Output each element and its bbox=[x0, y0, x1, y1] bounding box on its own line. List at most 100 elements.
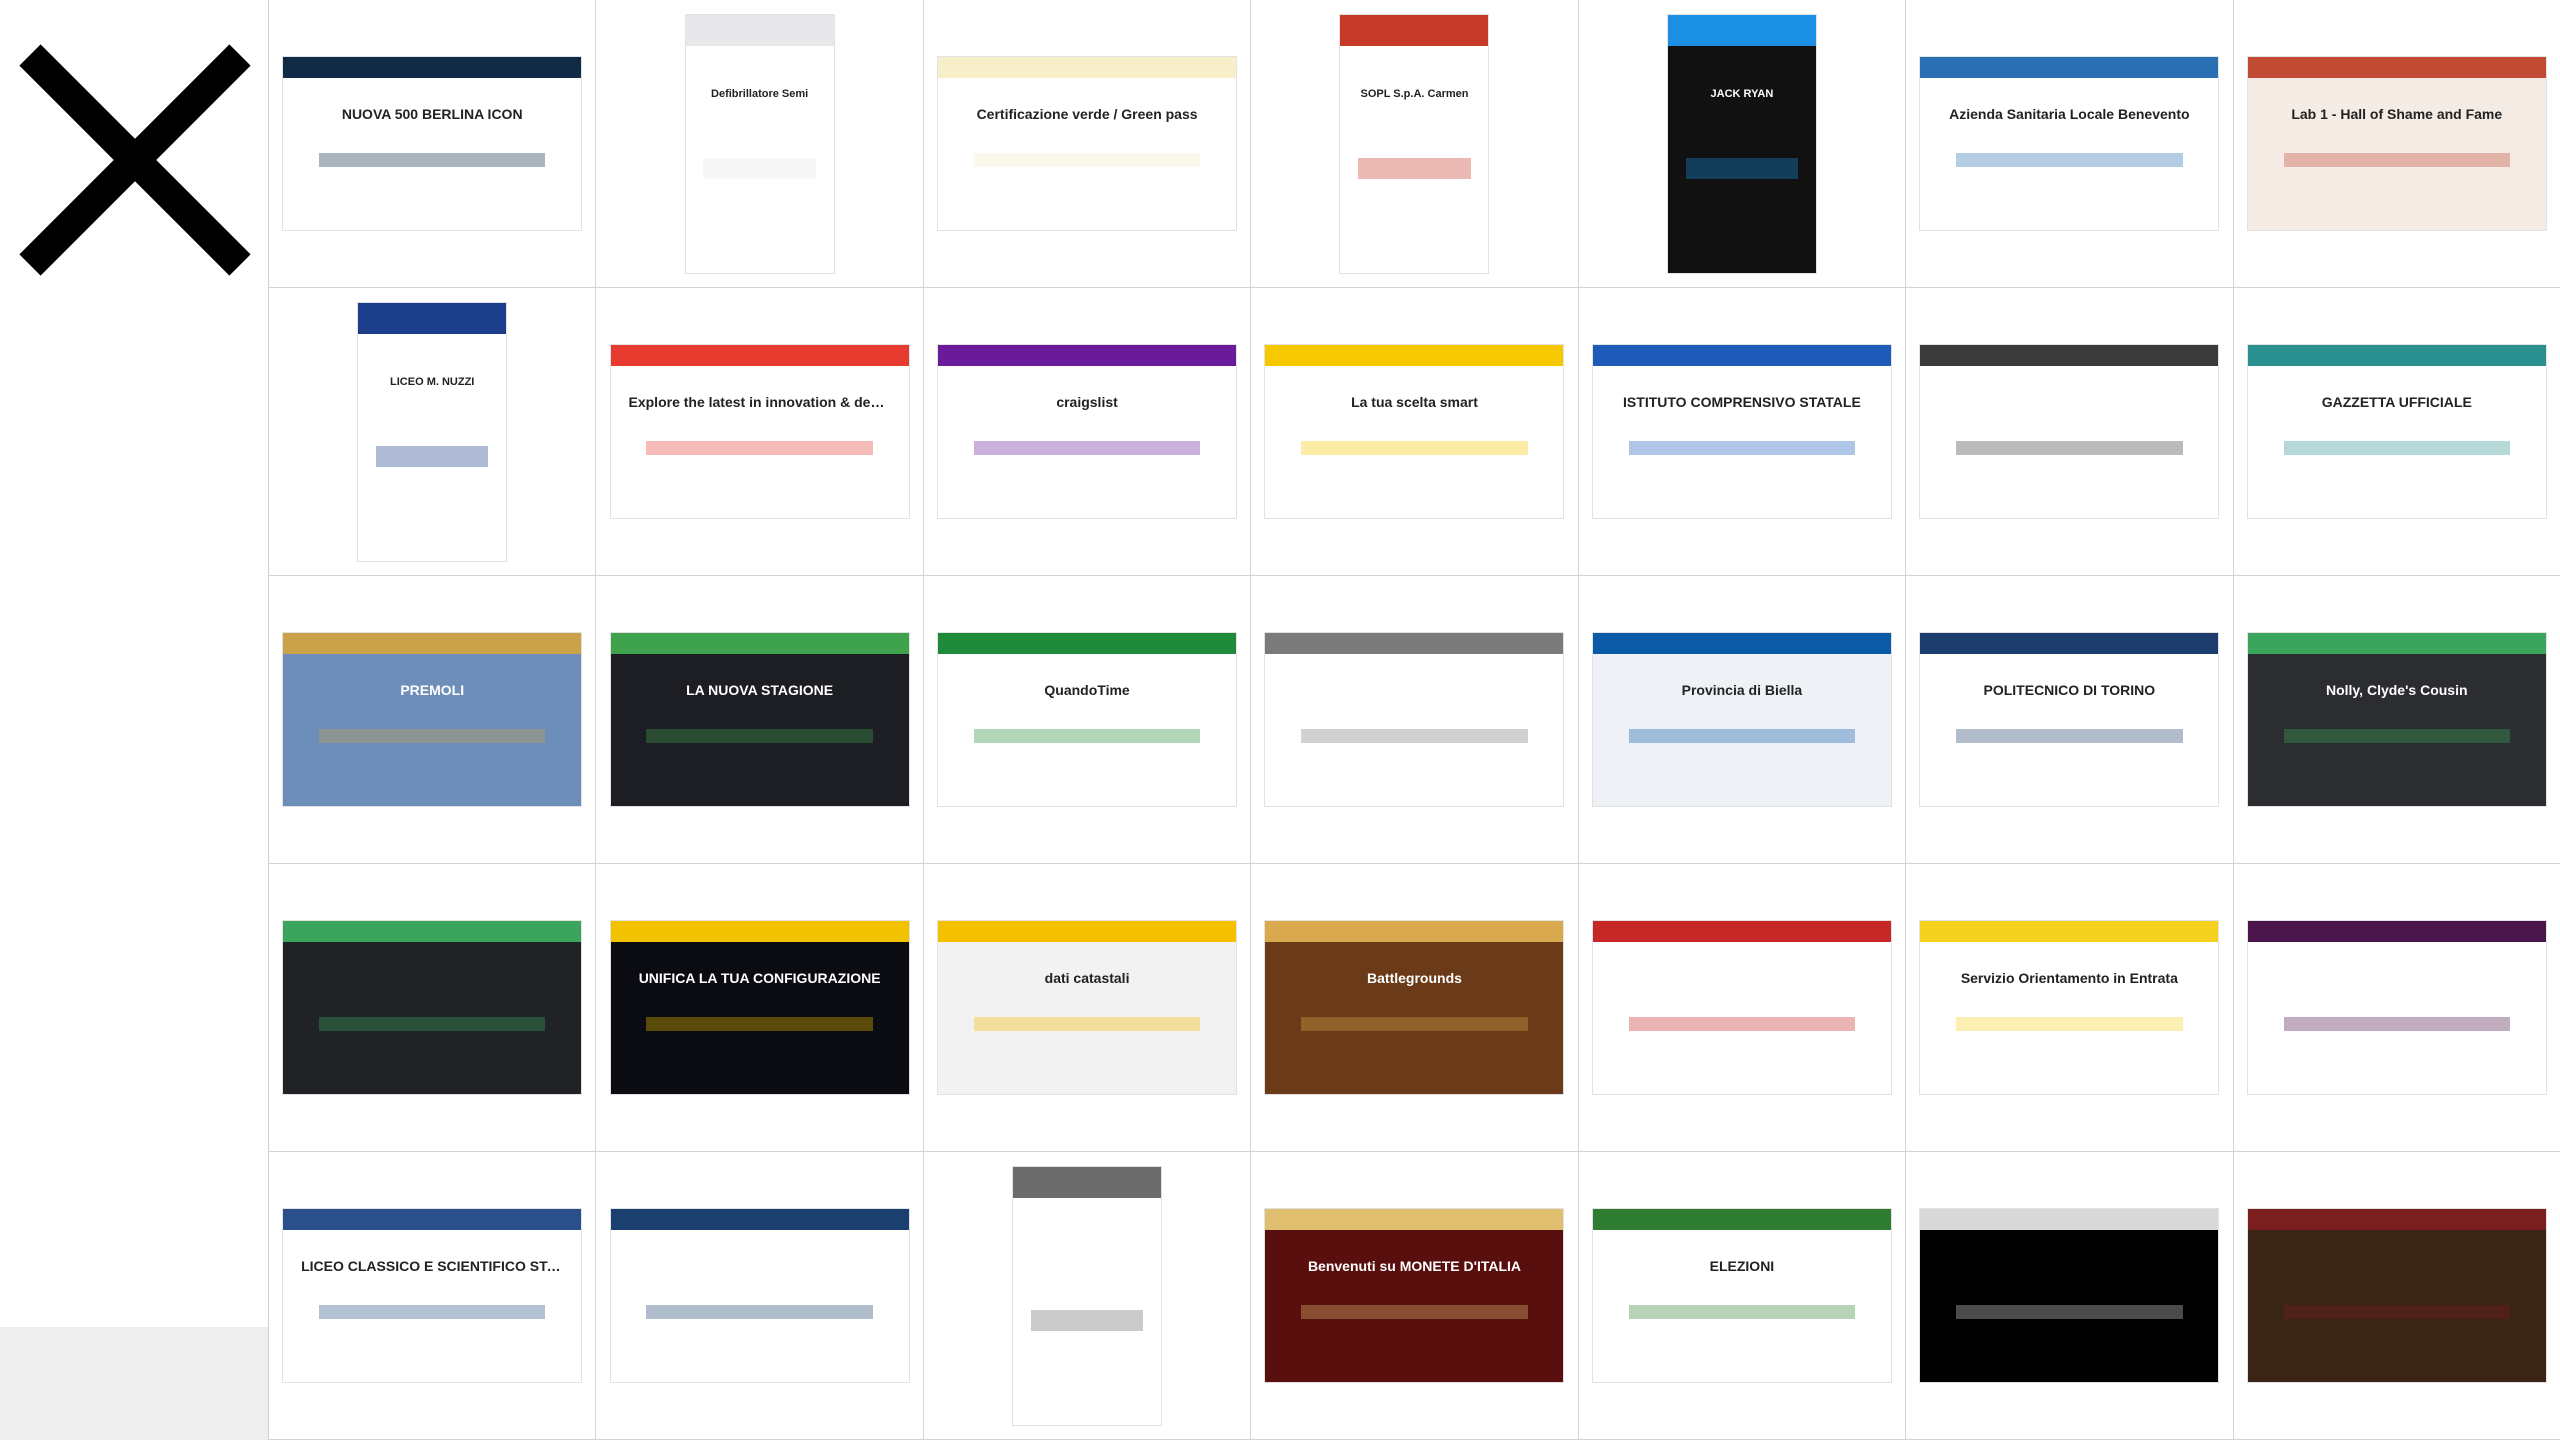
thumbnail-cell[interactable] bbox=[1578, 864, 1907, 1152]
thumbnail-header-bar bbox=[283, 633, 582, 654]
thumbnail-cell[interactable]: PREMOLI bbox=[269, 576, 597, 864]
thumbnail-image: SOPL S.p.A. Carmen bbox=[1339, 13, 1490, 274]
thumbnail-cell[interactable] bbox=[1906, 1152, 2234, 1440]
thumbnail-content-block bbox=[1956, 1305, 2183, 1319]
thumbnail-cell[interactable]: LICEO CLASSICO E SCIENTIFICO STATALE bbox=[269, 1152, 597, 1440]
thumbnail-image bbox=[1012, 1165, 1163, 1426]
thumbnail-content-block bbox=[2283, 153, 2511, 167]
thumbnail-header-bar bbox=[1592, 633, 1891, 654]
thumbnail-cell[interactable]: craigslist bbox=[923, 288, 1252, 576]
thumbnail-cell[interactable] bbox=[2233, 1152, 2560, 1440]
thumbnail-cell[interactable]: ELEZIONI bbox=[1578, 1152, 1907, 1440]
thumbnail-content-block bbox=[1628, 1017, 1856, 1031]
thumbnail-content-block bbox=[2283, 1305, 2511, 1319]
thumbnail-cell[interactable]: Azienda Sanitaria Locale Benevento bbox=[1906, 0, 2234, 288]
thumbnail-cell[interactable]: LA NUOVA STAGIONE bbox=[596, 576, 924, 864]
thumbnail-header-bar bbox=[2247, 1209, 2546, 1230]
thumbnail-content-block bbox=[703, 157, 816, 179]
thumbnail-header-bar bbox=[1265, 633, 1564, 654]
thumbnail-content-block bbox=[973, 441, 1201, 455]
thumbnail-content-block bbox=[1685, 157, 1799, 179]
thumbnail-cell[interactable]: Benvenuti su MONETE D'ITALIA bbox=[1251, 1152, 1579, 1440]
thumbnail-header-bar bbox=[938, 921, 1237, 942]
thumbnail-image: La tua scelta smart bbox=[1264, 344, 1565, 519]
thumbnail-label: Nolly, Clyde's Cousin bbox=[2325, 682, 2468, 698]
thumbnail-cell[interactable]: Defibrillatore Semi bbox=[596, 0, 924, 288]
thumbnail-label: PREMOLI bbox=[400, 682, 465, 698]
thumbnail-content-block bbox=[318, 729, 546, 743]
thumbnail-image: Benvenuti su MONETE D'ITALIA bbox=[1264, 1208, 1565, 1383]
thumbnail-label: LICEO CLASSICO E SCIENTIFICO STATALE bbox=[301, 1258, 564, 1274]
thumbnail-cell[interactable]: UNIFICA LA TUA CONFIGURAZIONE bbox=[596, 864, 924, 1152]
thumbnail-label: QuandoTime bbox=[1044, 682, 1130, 698]
thumbnail-label: ISTITUTO COMPRENSIVO STATALE bbox=[1623, 394, 1861, 410]
thumbnail-cell[interactable]: ISTITUTO COMPRENSIVO STATALE bbox=[1578, 288, 1907, 576]
thumbnail-cell[interactable]: dati catastali bbox=[923, 864, 1252, 1152]
thumbnail-content-block bbox=[1628, 729, 1856, 743]
thumbnail-cell[interactable] bbox=[2233, 864, 2560, 1152]
thumbnail-cell[interactable]: Provincia di Biella bbox=[1578, 576, 1907, 864]
thumbnail-label: LA NUOVA STAGIONE bbox=[686, 682, 834, 698]
thumbnail-image bbox=[2246, 920, 2547, 1095]
thumbnail-cell[interactable]: Servizio Orientamento in Entrata bbox=[1906, 864, 2234, 1152]
thumbnail-header-bar bbox=[1013, 1166, 1162, 1198]
thumbnail-content-block bbox=[646, 729, 873, 743]
thumbnail-content-block bbox=[1628, 1305, 1856, 1319]
thumbnail-image bbox=[1264, 632, 1565, 807]
thumbnail-image bbox=[1919, 1208, 2220, 1383]
thumbnail-label: Battlegrounds bbox=[1367, 970, 1462, 986]
thumbnail-content-block bbox=[973, 1017, 1201, 1031]
thumbnail-header-bar bbox=[283, 1209, 582, 1230]
thumbnail-label: SOPL S.p.A. Carmen bbox=[1360, 87, 1469, 100]
close-button[interactable] bbox=[0, 0, 268, 283]
thumbnail-cell[interactable] bbox=[596, 1152, 924, 1440]
thumbnail-cell[interactable]: La tua scelta smart bbox=[1251, 288, 1579, 576]
thumbnail-cell[interactable] bbox=[269, 864, 597, 1152]
thumbnail-cell[interactable]: Lab 1 - Hall of Shame and Fame bbox=[2233, 0, 2560, 288]
thumbnail-image: POLITECNICO DI TORINO bbox=[1919, 632, 2220, 807]
thumbnail-label: Defibrillatore Semi bbox=[711, 87, 809, 100]
thumbnail-cell[interactable]: Nolly, Clyde's Cousin bbox=[2233, 576, 2560, 864]
thumbnail-label: craigslist bbox=[1056, 394, 1118, 410]
thumbnail-header-bar bbox=[2247, 345, 2546, 366]
thumbnail-cell[interactable] bbox=[1251, 576, 1579, 864]
thumbnail-header-bar bbox=[610, 345, 909, 366]
thumbnail-cell[interactable]: NUOVA 500 BERLINA ICON bbox=[269, 0, 597, 288]
thumbnail-header-bar bbox=[2247, 633, 2546, 654]
thumbnail-cell[interactable]: Certificazione verde / Green pass bbox=[923, 0, 1252, 288]
thumbnail-cell[interactable]: LICEO M. NUZZI bbox=[269, 288, 597, 576]
thumbnail-header-bar bbox=[938, 57, 1237, 78]
thumbnail-header-bar bbox=[1920, 1209, 2219, 1230]
thumbnail-header-bar bbox=[1592, 345, 1891, 366]
thumbnail-content-block bbox=[1956, 153, 2183, 167]
thumbnail-image: ISTITUTO COMPRENSIVO STATALE bbox=[1591, 344, 1892, 519]
thumbnail-header-bar bbox=[1592, 1209, 1891, 1230]
thumbnail-content-block bbox=[375, 445, 489, 467]
thumbnail-image bbox=[2246, 1208, 2547, 1383]
thumbnail-cell[interactable] bbox=[1906, 288, 2234, 576]
thumbnail-cell[interactable]: JACK RYAN bbox=[1578, 0, 1907, 288]
thumbnail-content-block bbox=[318, 1305, 546, 1319]
thumbnail-content-block bbox=[1956, 729, 2183, 743]
thumbnail-cell[interactable]: QuandoTime bbox=[923, 576, 1252, 864]
corner-panel bbox=[0, 1327, 268, 1440]
thumbnail-content-block bbox=[1301, 1305, 1528, 1319]
screenshot-grid: NUOVA 500 BERLINA ICON Defibrillatore Sem… bbox=[268, 0, 2560, 1440]
thumbnail-image bbox=[282, 920, 583, 1095]
thumbnail-cell[interactable]: GAZZETTA UFFICIALE bbox=[2233, 288, 2560, 576]
thumbnail-content-block bbox=[646, 1017, 873, 1031]
thumbnail-image: UNIFICA LA TUA CONFIGURAZIONE bbox=[609, 920, 910, 1095]
thumbnail-cell[interactable]: POLITECNICO DI TORINO bbox=[1906, 576, 2234, 864]
thumbnail-content-block bbox=[1301, 1017, 1528, 1031]
thumbnail-image: JACK RYAN bbox=[1666, 13, 1817, 274]
thumbnail-content-block bbox=[1030, 1309, 1144, 1331]
thumbnail-cell[interactable]: Battlegrounds bbox=[1251, 864, 1579, 1152]
thumbnail-image: NUOVA 500 BERLINA ICON bbox=[282, 56, 583, 231]
thumbnail-cell[interactable]: Explore the latest in innovation & desig… bbox=[596, 288, 924, 576]
thumbnail-cell[interactable] bbox=[923, 1152, 1252, 1440]
thumbnail-image: ELEZIONI bbox=[1591, 1208, 1892, 1383]
thumbnail-header-bar bbox=[1340, 14, 1489, 46]
thumbnail-image: PREMOLI bbox=[282, 632, 583, 807]
thumbnail-cell[interactable]: SOPL S.p.A. Carmen bbox=[1251, 0, 1579, 288]
thumbnail-label: JACK RYAN bbox=[1710, 87, 1774, 100]
